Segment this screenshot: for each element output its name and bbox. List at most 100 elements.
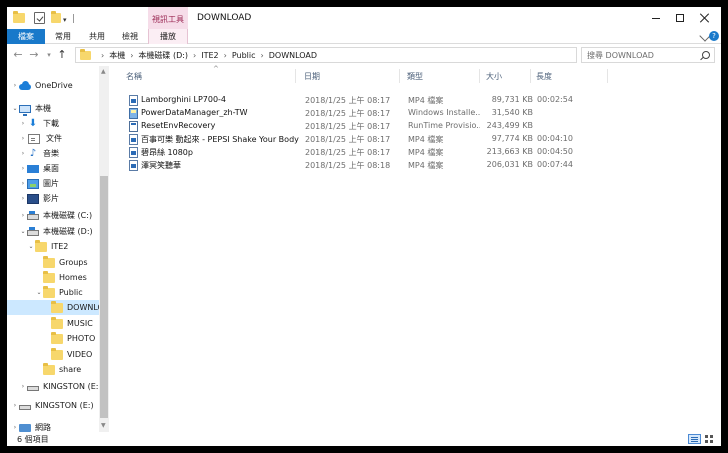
nav-item-desktop[interactable]: › 桌面	[7, 161, 99, 176]
breadcrumb-item[interactable]: 本機	[109, 50, 125, 61]
breadcrumb-separator-icon[interactable]: ›	[193, 51, 196, 60]
nav-item-video-folder[interactable]: VIDEO	[7, 347, 99, 362]
recent-locations-dropdown[interactable]: ▾	[42, 48, 56, 62]
breadcrumb-separator-icon[interactable]: ›	[130, 51, 133, 60]
media-file-icon	[129, 160, 138, 171]
nav-item-drive-d[interactable]: ⌄ 本機磁碟 (D:)	[7, 224, 99, 239]
breadcrumb-separator-icon[interactable]: ›	[224, 51, 227, 60]
maximize-button[interactable]	[667, 9, 693, 27]
new-folder-icon[interactable]	[51, 11, 61, 23]
expand-caret-icon[interactable]: ›	[19, 135, 27, 142]
tab-play[interactable]: 播放	[148, 29, 188, 44]
nav-item-onedrive[interactable]: › OneDrive	[7, 78, 99, 93]
expand-caret-icon[interactable]: ›	[19, 165, 27, 172]
expand-caret-icon[interactable]: ›	[19, 212, 27, 219]
expand-caret-icon[interactable]: ›	[11, 82, 19, 89]
breadcrumb-separator-icon[interactable]: ›	[101, 51, 104, 60]
nav-item-kingston-e[interactable]: › KINGSTON (E:)	[7, 379, 99, 394]
minimize-button[interactable]	[643, 9, 669, 27]
nav-label: PHOTO	[67, 334, 96, 343]
column-label: 名稱	[126, 72, 142, 81]
scroll-up-icon[interactable]: ▲	[101, 68, 106, 75]
expand-caret-icon[interactable]: ⌄	[35, 289, 43, 296]
breadcrumb-separator-icon[interactable]: ›	[261, 51, 264, 60]
file-row[interactable]: PowerDataManager_zh-TW 2018/1/25 上午 08:1…	[119, 107, 721, 120]
tab-view[interactable]: 檢視	[114, 29, 146, 44]
nav-item-pictures[interactable]: › 圖片	[7, 176, 99, 191]
expand-caret-icon[interactable]: ›	[19, 195, 27, 202]
scroll-down-icon[interactable]: ▼	[101, 422, 106, 429]
address-bar[interactable]: › 本機 › 本機磁碟 (D:) › ITE2 › Public › DOWNL…	[75, 47, 640, 63]
nav-item-music-folder[interactable]: MUSIC	[7, 316, 99, 331]
back-button[interactable]: ←	[11, 48, 25, 62]
nav-item-homes[interactable]: Homes	[7, 270, 99, 285]
scroll-thumb[interactable]	[100, 176, 108, 418]
details-view-icon[interactable]	[688, 434, 701, 444]
column-header-size[interactable]: 大小	[479, 66, 529, 84]
expand-caret-icon[interactable]: ›	[11, 424, 19, 431]
nav-item-music[interactable]: › ♪ 音樂	[7, 146, 99, 161]
up-button[interactable]: ↑	[55, 48, 69, 62]
file-length: 00:07:44	[537, 160, 573, 169]
column-header-length[interactable]: 長度	[529, 66, 589, 84]
expand-caret-icon[interactable]: ›	[19, 180, 27, 187]
nav-item-ite2[interactable]: ⌄ ITE2	[7, 239, 99, 254]
quick-access-dropdown-icon[interactable]: ▾	[63, 16, 67, 24]
close-button[interactable]	[692, 9, 718, 27]
expand-caret-icon[interactable]: ⌄	[27, 243, 35, 250]
breadcrumb-item[interactable]: 本機磁碟 (D:)	[138, 50, 188, 61]
forward-button[interactable]: →	[27, 48, 41, 62]
folder-icon	[43, 362, 55, 375]
breadcrumb-item[interactable]: ITE2	[201, 51, 218, 60]
file-row[interactable]: 碧昂絲 1080p 2018/1/25 上午 08:17 MP4 檔案 213,…	[119, 146, 721, 159]
column-divider[interactable]	[607, 69, 608, 83]
nav-item-videos[interactable]: › 影片	[7, 191, 99, 206]
expand-caret-icon[interactable]: ›	[19, 150, 27, 157]
nav-item-groups[interactable]: Groups	[7, 255, 99, 270]
column-divider[interactable]	[295, 69, 296, 83]
column-header-date[interactable]: 日期	[297, 66, 397, 84]
file-name: PowerDataManager_zh-TW	[141, 108, 248, 117]
nav-item-photo-folder[interactable]: PHOTO	[7, 331, 99, 346]
properties-check-icon[interactable]	[34, 12, 45, 24]
nav-item-documents[interactable]: › 文件	[7, 131, 99, 146]
expand-caret-icon[interactable]: ⌄	[11, 105, 19, 112]
expand-caret-icon[interactable]: ›	[19, 120, 27, 127]
column-header-name[interactable]: 名稱 ^	[119, 65, 291, 84]
breadcrumb-item[interactable]: DOWNLOAD	[269, 51, 317, 60]
nav-item-share[interactable]: share	[7, 362, 99, 377]
nav-label: share	[59, 365, 82, 374]
nav-label: Homes	[59, 273, 87, 282]
tab-share[interactable]: 共用	[82, 29, 112, 44]
nav-label: OneDrive	[35, 81, 73, 90]
nav-item-this-pc[interactable]: ⌄ 本機	[7, 101, 99, 116]
nav-item-network[interactable]: › 網路	[7, 420, 99, 432]
expand-caret-icon[interactable]: ›	[19, 383, 27, 390]
nav-label: 文件	[46, 134, 62, 143]
file-type: RunTime Provisio...	[408, 121, 480, 130]
column-header-type[interactable]: 類型	[400, 66, 476, 84]
nav-label: 圖片	[43, 179, 59, 188]
help-icon[interactable]: ?	[709, 31, 719, 41]
search-icon[interactable]	[702, 51, 710, 59]
tab-home[interactable]: 常用	[47, 29, 79, 44]
large-icons-view-icon[interactable]	[704, 434, 715, 444]
breadcrumb-item[interactable]: Public	[232, 51, 256, 60]
nav-item-drive-c[interactable]: › 本機磁碟 (C:)	[7, 208, 99, 223]
tab-file[interactable]: 檔案	[7, 29, 45, 44]
nav-item-kingston-e-root[interactable]: › KINGSTON (E:)	[7, 398, 99, 413]
search-input[interactable]: 搜尋 DOWNLOAD	[581, 47, 715, 63]
file-row[interactable]: 百事可樂 動起來 - PEPSI Shake Your Body 2018/1/…	[119, 133, 721, 146]
file-name: 澤冥笑聽華	[141, 161, 181, 170]
expand-caret-icon[interactable]: ›	[11, 402, 19, 409]
file-row[interactable]: 澤冥笑聽華 2018/1/25 上午 08:18 MP4 檔案 206,031 …	[119, 159, 721, 172]
nav-item-public[interactable]: ⌄ Public	[7, 285, 99, 300]
file-row[interactable]: Lamborghini LP700-4 2018/1/25 上午 08:17 M…	[119, 94, 721, 107]
nav-item-download[interactable]: DOWNLOAD	[7, 300, 99, 315]
nav-item-downloads[interactable]: › ⬇ 下載	[7, 116, 99, 131]
item-count: 6 個項目	[17, 435, 49, 444]
expand-caret-icon[interactable]: ⌄	[19, 228, 27, 235]
nav-scrollbar[interactable]: ▲ ▼	[99, 66, 109, 432]
file-row[interactable]: ResetEnvRecovery 2018/1/25 上午 08:17 RunT…	[119, 120, 721, 133]
file-date: 2018/1/25 上午 08:17	[305, 109, 391, 118]
